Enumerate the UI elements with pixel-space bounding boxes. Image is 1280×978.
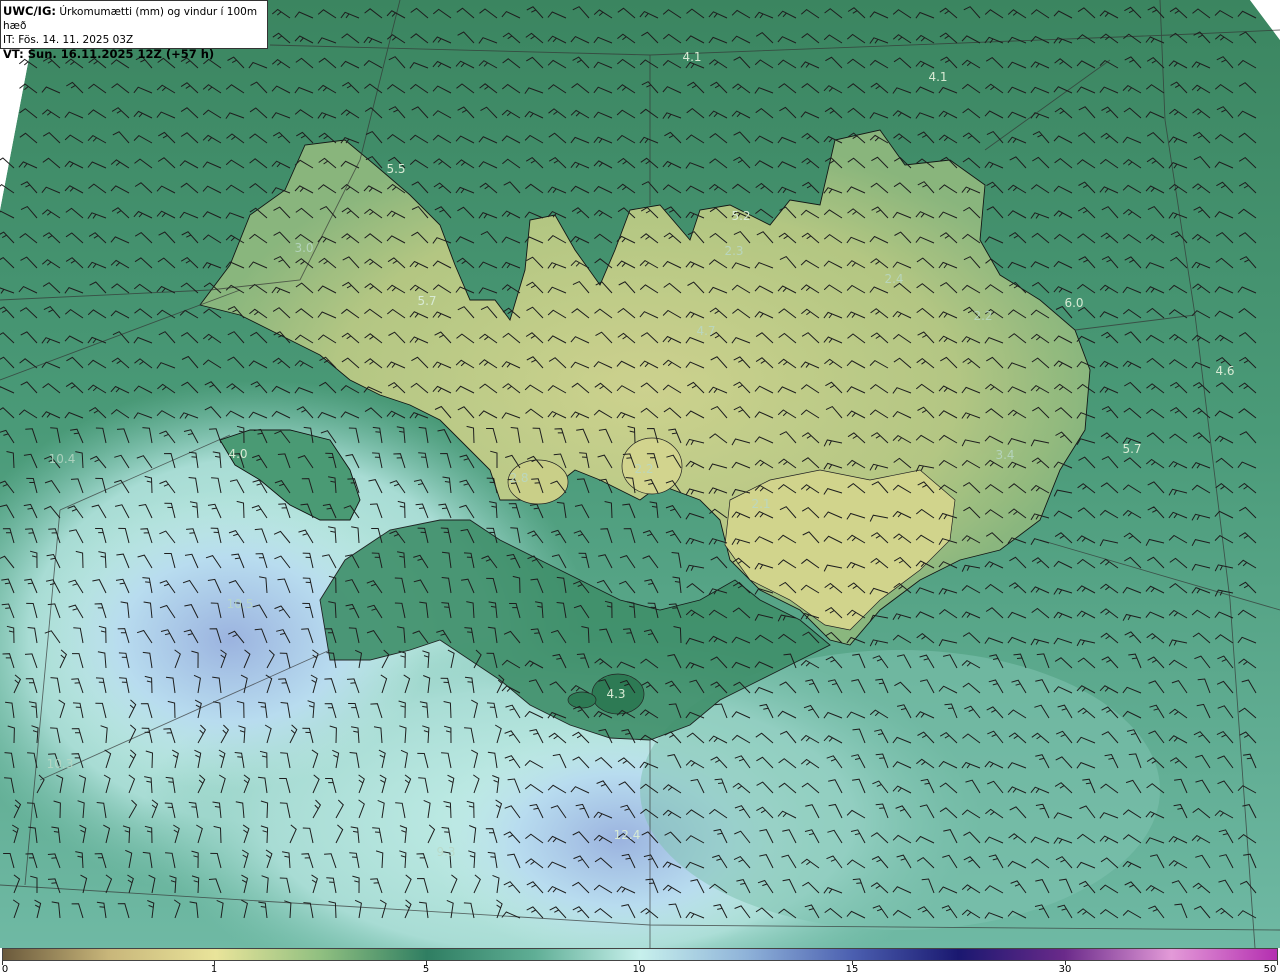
glacier-south-small — [567, 691, 597, 709]
map-value-label: 4.1 — [928, 70, 947, 84]
map-info-header: UWC/IG: Úrkomumætti (mm) og vindur í 100… — [0, 0, 268, 61]
map-value-label: 5.2 — [731, 209, 750, 223]
colorbar-tick-label: 30 — [1058, 964, 1072, 975]
valid-time: VT: Sun. 16.11.2025 12Z (+57 h) — [3, 47, 215, 61]
map-value-label: 2.8 — [509, 471, 528, 485]
map-value-label: 2.2 — [634, 462, 653, 476]
map-value-label: 3.0 — [294, 241, 313, 255]
map-value-label: 5.7 — [1122, 442, 1141, 456]
map-value-label: 4.6 — [1215, 364, 1234, 378]
colorbar-tick-label: 50 — [1263, 964, 1277, 975]
precipitation-wind-map: 4.1 4.1 5.5 5.2 3.0 2.3 2.4 5.7 6.0 4.7 … — [0, 0, 1280, 948]
map-value-label: 10.4 — [49, 452, 76, 466]
map-value-label: 2.4 — [884, 272, 903, 286]
map-value-label: 2.3 — [724, 244, 743, 258]
map-value-label: 12.4 — [614, 828, 641, 842]
map-value-label: 4.7 — [696, 324, 715, 338]
map-value-label: 4.1 — [682, 50, 701, 64]
model-label: UWC/IG: — [3, 4, 56, 18]
precipitation-colorbar: 0 1 5 10 15 30 50 — [0, 948, 1280, 978]
map-value-label: 10.5 — [227, 597, 254, 611]
colorbar-gradient — [2, 948, 1278, 961]
map-value-label: 10.3 — [47, 757, 74, 771]
init-time: IT: Fös. 14. 11. 2025 03Z — [3, 34, 134, 46]
colorbar-tick-label: 10 — [632, 964, 646, 975]
weather-map-view: 4.1 4.1 5.5 5.2 3.0 2.3 2.4 5.7 6.0 4.7 … — [0, 0, 1280, 978]
colorbar-tick-label: 1 — [210, 964, 218, 975]
map-value-label: 4.3 — [606, 687, 625, 701]
map-value-label: 3.4 — [995, 448, 1014, 462]
map-value-label: 2.2 — [973, 309, 992, 323]
colorbar-tick-label: 5 — [422, 964, 430, 975]
colorbar-tick-label: 15 — [845, 964, 859, 975]
map-value-label: 4.0 — [228, 447, 247, 461]
colorbar-tick-label: 0 — [1, 964, 9, 975]
map-value-label: 5.7 — [417, 294, 436, 308]
map-value-label: 9.3 — [436, 845, 455, 859]
map-value-label: 2.1 — [751, 497, 770, 511]
map-value-label: 6.0 — [1064, 296, 1083, 310]
map-value-label: 5.5 — [386, 162, 405, 176]
